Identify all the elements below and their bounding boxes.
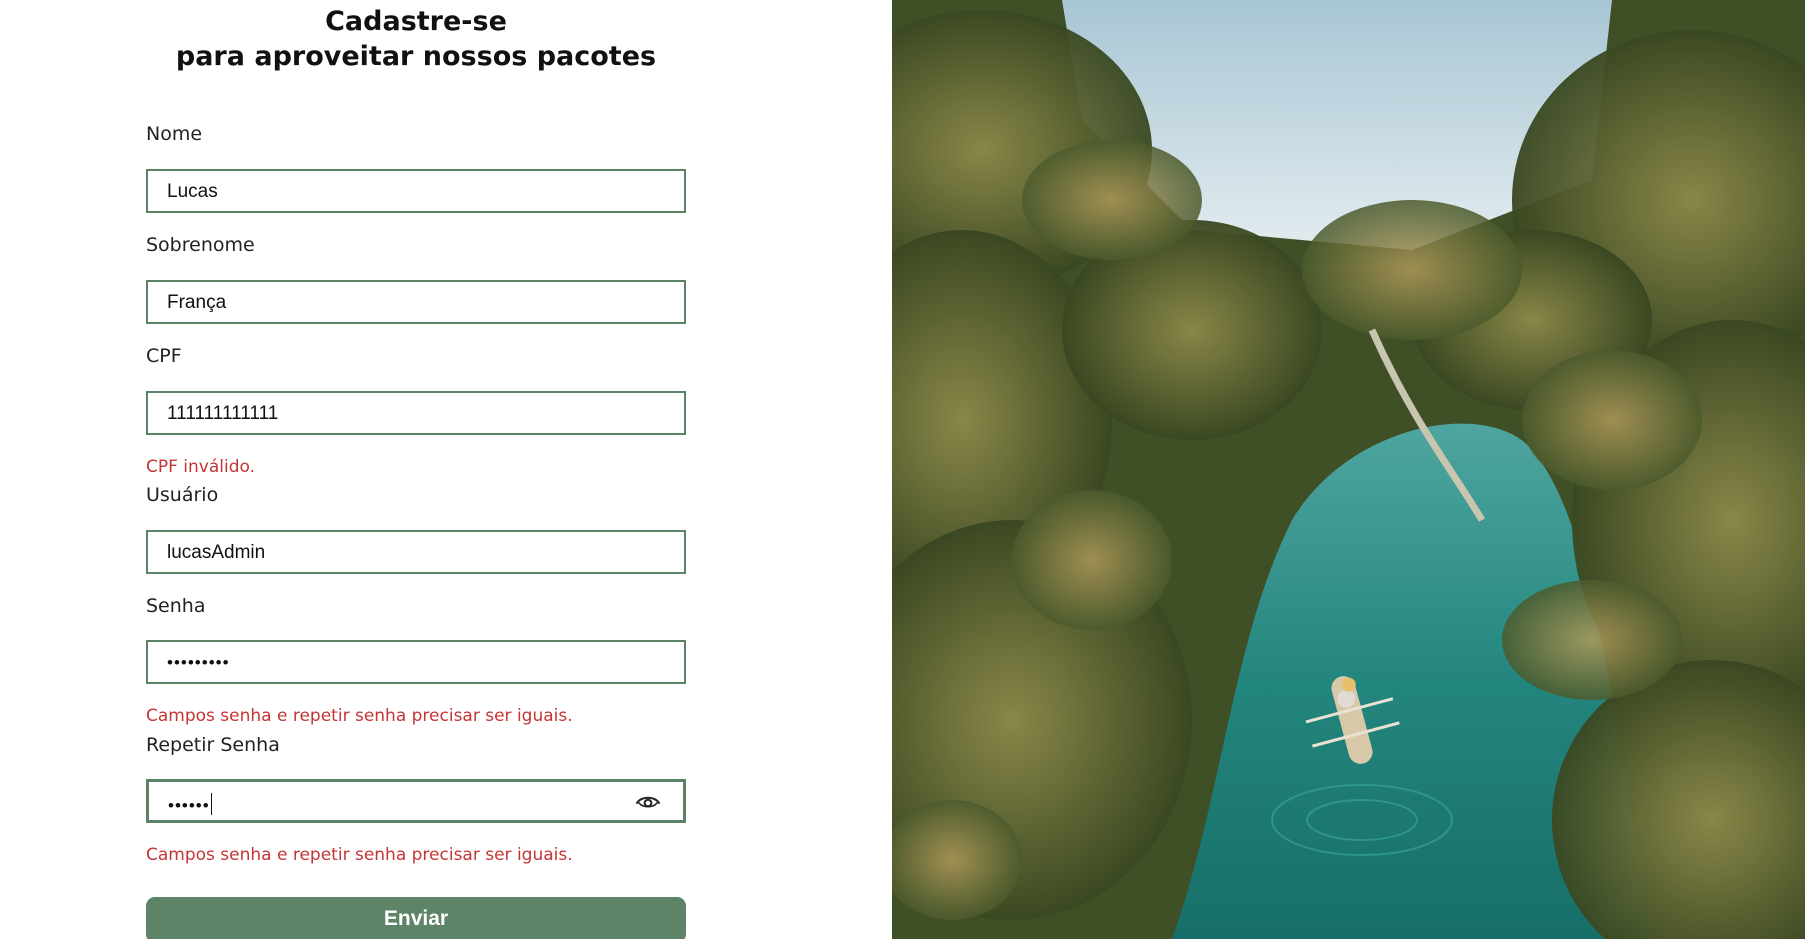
text-caret [210, 793, 212, 815]
repetir-senha-masked-text: •••••• [168, 796, 210, 815]
senha-error-message: Campos senha e repetir senha precisar se… [146, 706, 573, 726]
nome-field[interactable]: Lucas [146, 169, 686, 213]
signup-form-panel: Cadastre-se para aproveitar nossos pacot… [0, 0, 892, 939]
page-title-line2: para aproveitar nossos pacotes [175, 41, 657, 72]
usuario-label: Usuário [146, 484, 219, 506]
page-title: Cadastre-se para aproveitar nossos pacot… [146, 4, 686, 74]
cpf-label: CPF [146, 345, 182, 367]
page-title-line1: Cadastre-se [325, 6, 507, 37]
senha-value: ••••••••• [167, 653, 230, 672]
senha-label: Senha [146, 595, 206, 617]
submit-button[interactable]: Enviar [146, 897, 686, 939]
tropical-river-photo [892, 0, 1805, 939]
cpf-error-message: CPF inválido. [146, 457, 256, 477]
sobrenome-field[interactable]: França [146, 280, 686, 324]
sobrenome-label: Sobrenome [146, 234, 255, 256]
sobrenome-value: França [167, 292, 227, 313]
repetir-senha-label: Repetir Senha [146, 734, 280, 756]
nome-value: Lucas [167, 181, 218, 202]
repetir-senha-field[interactable]: •••••• [146, 779, 686, 823]
eye-icon[interactable] [635, 792, 661, 812]
repetir-senha-error-message: Campos senha e repetir senha precisar se… [146, 845, 573, 865]
usuario-field[interactable]: lucasAdmin [146, 530, 686, 574]
cpf-value: 111111111111 [167, 403, 279, 424]
signup-page: Cadastre-se para aproveitar nossos pacot… [0, 0, 1805, 939]
senha-field[interactable]: ••••••••• [146, 640, 686, 684]
usuario-value: lucasAdmin [167, 542, 266, 563]
nome-label: Nome [146, 123, 203, 145]
cpf-field[interactable]: 111111111111 [146, 391, 686, 435]
repetir-senha-value: •••••• [168, 793, 212, 816]
